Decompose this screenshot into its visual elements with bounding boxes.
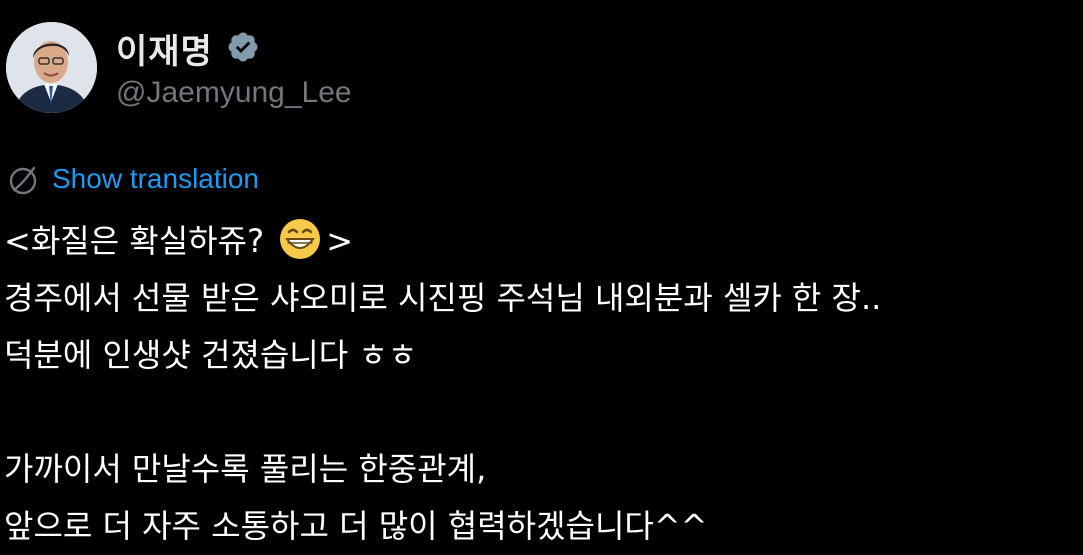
verified-badge-icon [228,32,258,62]
globe-icon [9,166,37,195]
display-name[interactable]: 이재명 [116,24,213,73]
tweet-line-5: 가까이서 만날수록 풀리는 한중관계, [4,450,487,488]
tweet-header: 이재명 @Jaemyung_Lee [0,0,1083,140]
tweet-line-1-text: <화질은 확실하쥬? [4,222,265,260]
grinning-face-emoji-icon [280,219,321,259]
tweet-line-6: 앞으로 더 자주 소통하고 더 많이 협력하겠습니다^^ [4,507,708,545]
tweet-line-1-suffix: > [326,222,354,260]
tweet-line-3: 덕분에 인생샷 건졌습니다 ㅎㅎ [4,336,418,374]
user-handle[interactable]: @Jaemyung_Lee [116,76,352,110]
tweet-text: <화질은 확실하쥬? > 경주에서 선물 받은 샤오미로 시진핑 주석님 내외분… [4,213,1079,555]
show-translation-link[interactable]: Show translation [52,163,259,195]
tweet-line-2: 경주에서 선물 받은 샤오미로 시진핑 주석님 내외분과 셀카 한 장.. [4,279,882,317]
tweet-line-1: <화질은 확실하쥬? > [4,213,1079,270]
avatar[interactable] [6,22,97,113]
